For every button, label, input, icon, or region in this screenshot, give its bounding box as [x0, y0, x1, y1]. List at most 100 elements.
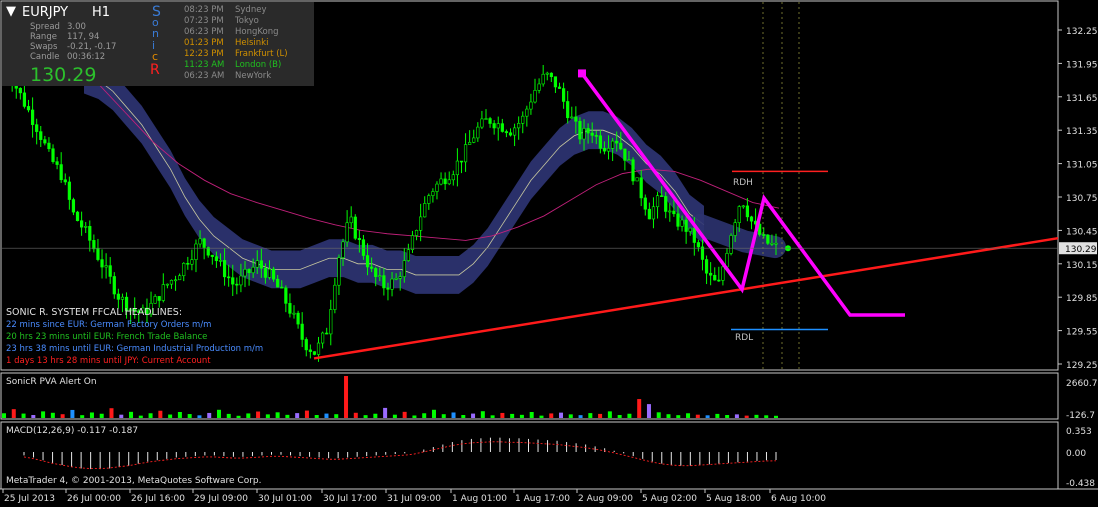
session-time: 11:23 AM — [184, 60, 225, 70]
pva-bar — [637, 399, 642, 418]
info-value: -0.21, -0.17 — [67, 42, 117, 52]
pva-bar — [80, 415, 85, 418]
time-tick-label: 6 Aug 10:00 — [771, 494, 826, 504]
pva-bar — [246, 413, 251, 418]
session-city: NewYork — [235, 71, 272, 81]
candle-body — [521, 115, 525, 124]
copyright: MetaTrader 4, © 2001-2013, MetaQuotes So… — [6, 476, 262, 486]
pva-bar — [50, 412, 55, 418]
pva-bar — [666, 414, 671, 418]
candle-body — [194, 243, 198, 260]
candle-body — [88, 226, 92, 241]
candle-body — [349, 216, 353, 224]
price-tick-label: 130.75 — [1066, 194, 1098, 204]
candle-body — [529, 101, 533, 110]
pva-bar — [490, 415, 495, 418]
candle-body — [435, 183, 439, 192]
rdl-label: RDL — [735, 333, 754, 343]
pva-bar — [383, 407, 388, 418]
candle-body — [700, 246, 705, 260]
time-tick-label: 30 Jul 01:00 — [258, 494, 312, 504]
candle-body — [292, 312, 296, 315]
projection-start-marker — [578, 69, 586, 78]
pva-bar — [607, 411, 612, 418]
candle-body — [660, 195, 664, 197]
session-city: HongKong — [235, 27, 279, 37]
price-tick-label: 131.95 — [1066, 60, 1098, 70]
candle-body — [59, 164, 63, 181]
symbol-name: EURJPY — [22, 5, 69, 20]
candle-body — [615, 140, 619, 144]
candle-body — [75, 211, 80, 222]
candle-body — [161, 284, 165, 301]
pva-bar — [21, 413, 26, 418]
candle-body — [190, 259, 194, 265]
pva-bar — [744, 415, 749, 418]
pva-bar — [441, 414, 446, 418]
candle-body — [717, 279, 721, 282]
candle-body — [525, 108, 529, 117]
pva-bar — [539, 415, 544, 418]
candle-body — [222, 260, 227, 278]
slow-ma-line — [73, 68, 780, 241]
pva-bar — [715, 413, 720, 418]
pva-bar — [2, 413, 6, 418]
symbol-menu-icon[interactable]: ▼ — [6, 4, 16, 19]
candle-body — [733, 222, 737, 236]
candle-body — [22, 92, 27, 107]
pva-bar — [461, 415, 466, 418]
session-time: 01:23 PM — [184, 38, 224, 48]
pva-bar — [519, 414, 524, 418]
pva-bar — [774, 415, 778, 418]
candle-body — [255, 260, 259, 268]
candle-body — [47, 142, 51, 150]
time-tick-label: 30 Jul 17:00 — [323, 494, 377, 504]
pva-bar — [451, 412, 456, 418]
candle-body — [153, 296, 157, 304]
candle-body — [173, 279, 178, 282]
pva-bar — [500, 412, 505, 418]
pva-title: SonicR PVA Alert On — [6, 377, 97, 387]
session-city: Helsinki — [235, 38, 269, 48]
pva-bar — [353, 412, 358, 418]
pva-bar — [559, 412, 564, 418]
candle-body — [231, 277, 235, 285]
candle-body — [545, 72, 549, 75]
pva-axis-label: -126.7 — [1066, 411, 1095, 421]
time-tick-label: 5 Aug 18:00 — [706, 494, 761, 504]
candle-body — [594, 135, 598, 137]
candle-body — [582, 128, 586, 140]
pva-bar — [275, 412, 280, 418]
candle-body — [492, 123, 496, 129]
candle-body — [537, 83, 541, 91]
session-city: Sydney — [235, 5, 267, 15]
candle-body — [643, 197, 647, 210]
candle-body — [104, 265, 108, 268]
candle-body — [431, 191, 435, 196]
pva-bar — [138, 415, 143, 418]
pva-bar — [568, 414, 573, 418]
candle-body — [419, 216, 423, 231]
candle-body — [243, 269, 247, 277]
candle-body — [423, 203, 427, 218]
pva-bar — [646, 404, 651, 418]
candle-body — [178, 275, 182, 281]
macd-axis-label: 0.00 — [1066, 449, 1086, 459]
candle-body — [337, 257, 341, 286]
candle-body — [321, 332, 325, 344]
candle-body — [590, 132, 594, 136]
pva-bar — [70, 409, 75, 418]
candle-body — [623, 148, 627, 161]
candle-body — [741, 205, 745, 208]
headline-item: 23 hrs 38 mins until EUR: German Industr… — [6, 344, 264, 354]
candle-body — [468, 142, 472, 145]
candle-body — [276, 278, 280, 288]
candle-body — [112, 276, 116, 295]
time-axis: 25 Jul 2013 26 Jul 00:00 26 Jul 16:00 29 Ju… — [2, 489, 826, 504]
candle-body — [627, 159, 631, 162]
candle-body — [182, 262, 186, 277]
session-time: 06:23 PM — [184, 27, 224, 37]
pva-bar — [187, 414, 192, 418]
pva-bar — [549, 413, 554, 418]
candle-body — [235, 283, 239, 286]
